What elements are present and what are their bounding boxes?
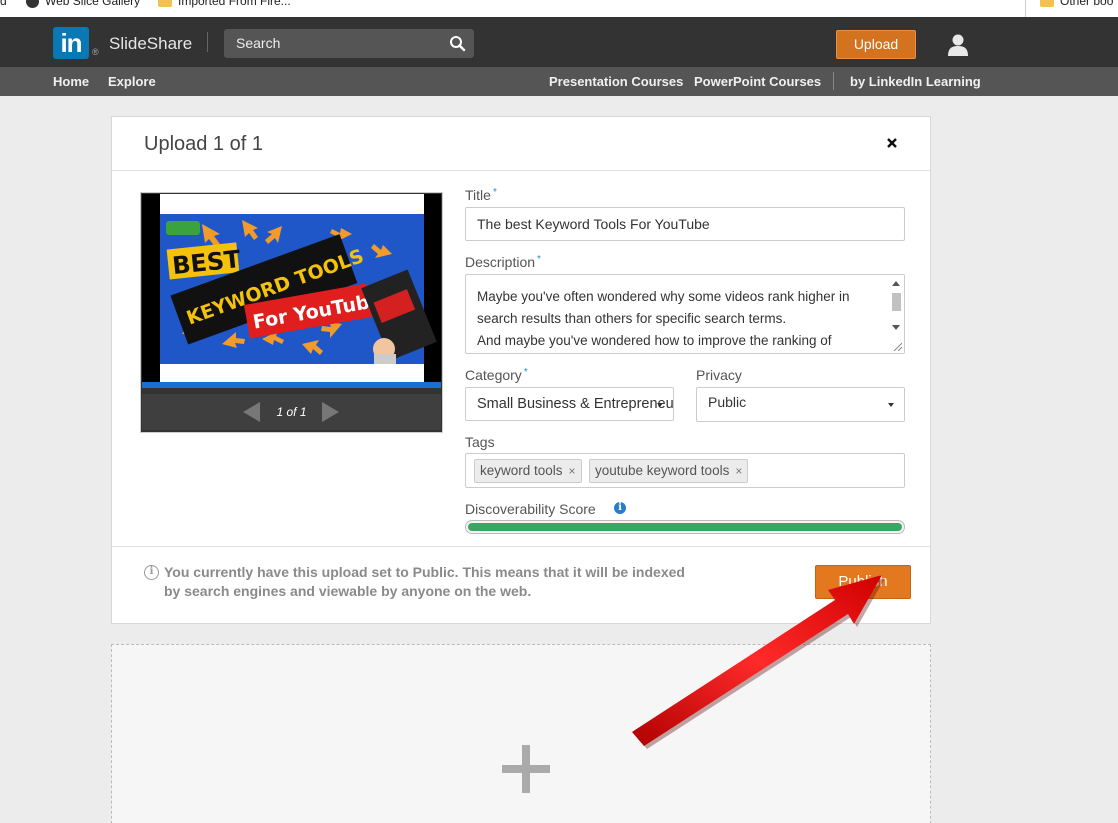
plus-icon[interactable]	[502, 745, 550, 793]
tags-field[interactable]: keyword tools × youtube keyword tools ×	[465, 453, 905, 488]
discoverability-label: Discoverability Score	[465, 501, 596, 517]
folder-icon	[1040, 0, 1054, 7]
publish-button[interactable]: Publish	[815, 565, 911, 599]
nav-explore[interactable]: Explore	[108, 74, 156, 89]
sub-navigation: Home Explore Presentation Courses PowerP…	[0, 67, 1118, 96]
required-mark: *	[492, 187, 497, 198]
discoverability-score-bar	[465, 520, 905, 534]
resize-handle-icon[interactable]	[893, 342, 902, 351]
category-value: Small Business & Entrepreneurship	[477, 396, 674, 412]
remove-tag-icon[interactable]: ×	[735, 464, 742, 478]
bookmark-item[interactable]: d	[0, 0, 7, 8]
upload-button[interactable]: Upload	[836, 30, 916, 59]
category-label: Category *	[465, 367, 528, 383]
search-input[interactable]: Search	[224, 29, 474, 58]
chevron-down-icon	[888, 403, 894, 407]
brand-name[interactable]: SlideShare	[109, 34, 192, 54]
discoverability-score-fill	[468, 523, 902, 531]
web-slice-icon	[26, 0, 39, 8]
nav-linkedin-learning[interactable]: by LinkedIn Learning	[850, 74, 981, 89]
title-field[interactable]: The best Keyword Tools For YouTube	[465, 207, 905, 241]
category-select[interactable]: Small Business & Entrepreneurship	[465, 387, 674, 421]
page-indicator: 1 of 1	[276, 405, 307, 419]
title-label: Title *	[465, 187, 497, 203]
description-scrollbar[interactable]	[890, 277, 902, 351]
bookmark-imported-folder[interactable]: Imported From Fire...	[158, 0, 291, 8]
chevron-down-icon	[657, 403, 663, 407]
slide-thumbnail-image: BEST KEYWORD TOOLS For YouTube	[142, 194, 441, 388]
folder-icon	[158, 0, 172, 7]
preview-pager: 1 of 1	[142, 394, 441, 430]
public-notice: You currently have this upload set to Pu…	[164, 564, 685, 599]
nav-powerpoint-courses[interactable]: PowerPoint Courses	[694, 74, 821, 89]
required-mark: *	[537, 254, 541, 265]
bookmark-other-folder[interactable]: Other boo	[1040, 0, 1113, 8]
panel-footer: i You currently have this upload set to …	[112, 546, 930, 623]
upload-panel: Upload 1 of 1 BEST KEYWORD TOOLS For You…	[111, 116, 931, 624]
privacy-select[interactable]: Public	[696, 387, 905, 422]
tags-label: Tags	[465, 434, 495, 450]
description-field[interactable]: Maybe you've often wondered why some vid…	[465, 274, 905, 354]
scroll-down-icon[interactable]	[892, 325, 900, 330]
bookmarks-divider	[1025, 0, 1026, 17]
registered-mark: ®	[92, 47, 99, 57]
required-mark: *	[523, 367, 528, 378]
info-circle-icon: i	[144, 565, 159, 580]
scroll-thumb[interactable]	[892, 293, 901, 311]
add-upload-area[interactable]	[111, 644, 931, 823]
tag-chip: youtube keyword tools ×	[589, 459, 749, 483]
subnav-divider	[833, 72, 834, 90]
nav-divider	[207, 32, 208, 52]
tag-chip: keyword tools ×	[474, 459, 582, 483]
description-label: Description *	[465, 254, 541, 270]
user-icon[interactable]	[947, 33, 969, 57]
top-navigation: in ® SlideShare Search Upload	[0, 17, 1118, 67]
privacy-label: Privacy	[696, 367, 742, 383]
remove-tag-icon[interactable]: ×	[569, 464, 576, 478]
nav-presentation-courses[interactable]: Presentation Courses	[549, 74, 683, 89]
privacy-value: Public	[708, 394, 747, 410]
panel-header: Upload 1 of 1	[112, 117, 930, 171]
scroll-up-icon[interactable]	[892, 281, 900, 286]
info-icon[interactable]: i	[614, 502, 626, 514]
linkedin-logo[interactable]: in	[53, 27, 89, 59]
description-text: Maybe you've often wondered why some vid…	[477, 289, 850, 348]
nav-home[interactable]: Home	[53, 74, 89, 89]
panel-title: Upload 1 of 1	[144, 133, 263, 155]
bookmark-web-slice-gallery[interactable]: Web Slice Gallery	[26, 0, 140, 8]
slide-preview: BEST KEYWORD TOOLS For YouTube 1 of 1	[140, 192, 443, 433]
bookmarks-bar: d Web Slice Gallery Imported From Fire..…	[0, 0, 1118, 17]
next-slide-icon[interactable]	[321, 402, 339, 422]
search-placeholder: Search	[236, 35, 281, 51]
close-icon[interactable]	[886, 137, 898, 149]
search-icon[interactable]	[449, 35, 466, 52]
